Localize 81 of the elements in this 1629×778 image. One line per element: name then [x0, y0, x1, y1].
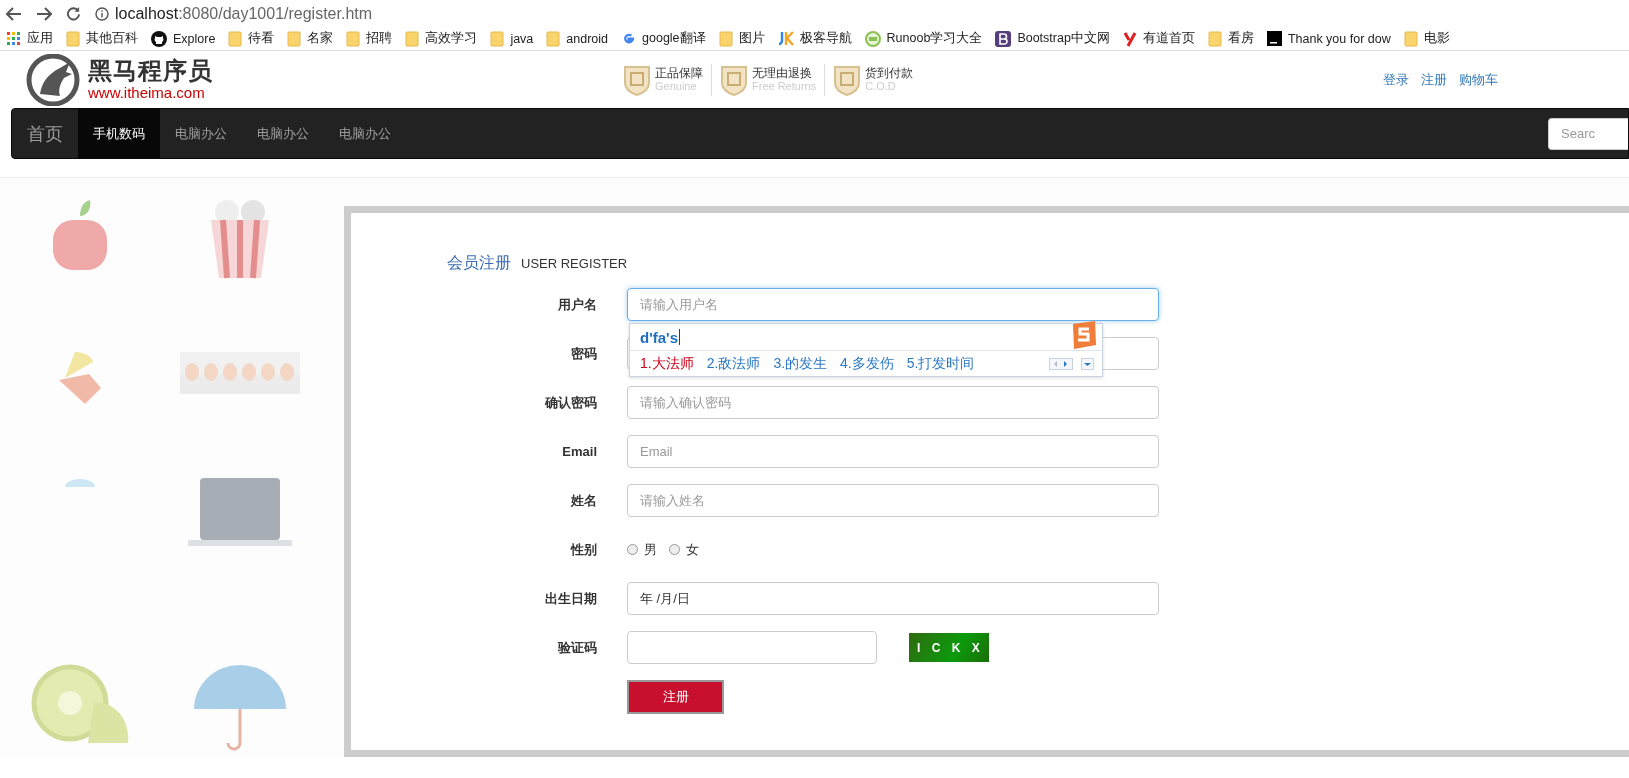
folder-icon: [490, 30, 505, 47]
field-label: 密码: [570, 344, 598, 363]
info-icon[interactable]: [95, 6, 109, 21]
bookmark[interactable]: 有道首页: [1122, 30, 1195, 47]
bookmark[interactable]: 待看: [228, 30, 275, 47]
bookmark[interactable]: 应用: [6, 30, 53, 47]
field-label: 确认密码: [543, 393, 598, 412]
bookmark[interactable]: java: [490, 30, 534, 47]
forward-icon[interactable]: [36, 6, 52, 21]
reload-icon[interactable]: [66, 6, 81, 21]
header-link[interactable]: 登录: [1383, 70, 1409, 89]
home-link[interactable]: 首页: [12, 109, 78, 158]
shield-icon: [833, 63, 862, 96]
nav-tab[interactable]: 电脑办公: [324, 109, 406, 158]
bookmark[interactable]: 名家: [287, 30, 334, 47]
bookmark[interactable]: 其他百科: [66, 30, 138, 47]
shield-icon: [720, 63, 748, 96]
radio-button[interactable]: [669, 544, 680, 555]
horse-logo-icon: [26, 53, 82, 106]
bookmark[interactable]: 看房: [1207, 30, 1254, 47]
folder-icon: [718, 30, 733, 47]
radio-button[interactable]: [627, 544, 638, 555]
address-field[interactable]: localhost:8080/day1001/register.htm: [115, 4, 373, 23]
radio-label: 男: [644, 540, 657, 559]
ime-candidate[interactable]: 2.敌法师: [706, 354, 761, 373]
logo-title: 黑马程序员: [88, 59, 213, 83]
folder-icon: [346, 30, 361, 47]
captcha-image: I C K X: [909, 633, 989, 662]
nav-tab[interactable]: 手机数码: [78, 109, 160, 158]
logo-url: www.itheima.com: [88, 85, 206, 100]
bookmark[interactable]: Bootstrap中文网: [995, 30, 1110, 47]
header-link[interactable]: 注册: [1421, 70, 1447, 89]
folder-icon: [1403, 30, 1418, 47]
field-label: 性别: [569, 540, 598, 559]
folder-icon: [287, 30, 302, 47]
captcha-field[interactable]: [627, 631, 877, 664]
bookmark[interactable]: Explore: [151, 30, 216, 47]
back-icon[interactable]: [6, 6, 22, 21]
kiwi-icon: [30, 663, 130, 745]
bookmark[interactable]: google翻译: [621, 30, 706, 47]
laptop-icon: [188, 478, 292, 548]
apps-icon: [6, 31, 21, 46]
ime-candidate[interactable]: 3.的发生: [773, 354, 828, 373]
badge-title: 货到付款: [865, 66, 914, 81]
field-label: 姓名: [570, 491, 598, 510]
bookmark[interactable]: Runoob学习大全: [864, 30, 983, 47]
badge-title: 正品保障: [655, 66, 703, 81]
bookmark[interactable]: android: [546, 30, 609, 47]
folder-icon: [405, 30, 420, 47]
badge-title: 无理由退换: [752, 66, 813, 81]
date-field[interactable]: 年 /月/日: [627, 582, 1159, 615]
folder-icon: [1207, 30, 1222, 47]
ime-candidate[interactable]: 4.多发伤: [840, 354, 894, 373]
field-label: 出生日期: [544, 589, 598, 608]
header-link[interactable]: 购物车: [1459, 70, 1498, 89]
ime-candidate[interactable]: 5.打发时间: [906, 354, 975, 373]
register-button[interactable]: 注册: [627, 680, 724, 714]
form-title: 会员注册: [447, 253, 511, 273]
ime-candidate[interactable]: 1.大法师: [640, 354, 694, 373]
radio-label: 女: [686, 540, 699, 559]
folder-icon: [228, 30, 243, 47]
apple-icon: [50, 198, 110, 272]
ime-composition: d'fa's: [640, 328, 678, 346]
shield-icon: [623, 63, 651, 96]
bookmark[interactable]: 极客导航: [777, 30, 852, 47]
bookmark[interactable]: Thank you for dow: [1266, 31, 1391, 46]
bookmark[interactable]: 图片: [718, 30, 765, 47]
dropdown-icon[interactable]: [1081, 357, 1094, 370]
bookmark[interactable]: 电影: [1403, 30, 1450, 47]
form-subtitle: USER REGISTER: [521, 256, 628, 271]
field-label: Email: [561, 444, 598, 459]
cat-icon: [151, 30, 167, 47]
folder-icon: [546, 30, 561, 47]
field-label: 用户名: [557, 295, 598, 314]
cloud-icon: [63, 478, 97, 488]
nav-tab[interactable]: 电脑办公: [242, 109, 324, 158]
bookmark[interactable]: 招聘: [346, 30, 393, 47]
folder-icon: [66, 30, 80, 47]
nav-tab[interactable]: 电脑办公: [160, 109, 242, 158]
field-label: 验证码: [556, 638, 598, 657]
bookmark[interactable]: 高效学习: [405, 30, 478, 47]
